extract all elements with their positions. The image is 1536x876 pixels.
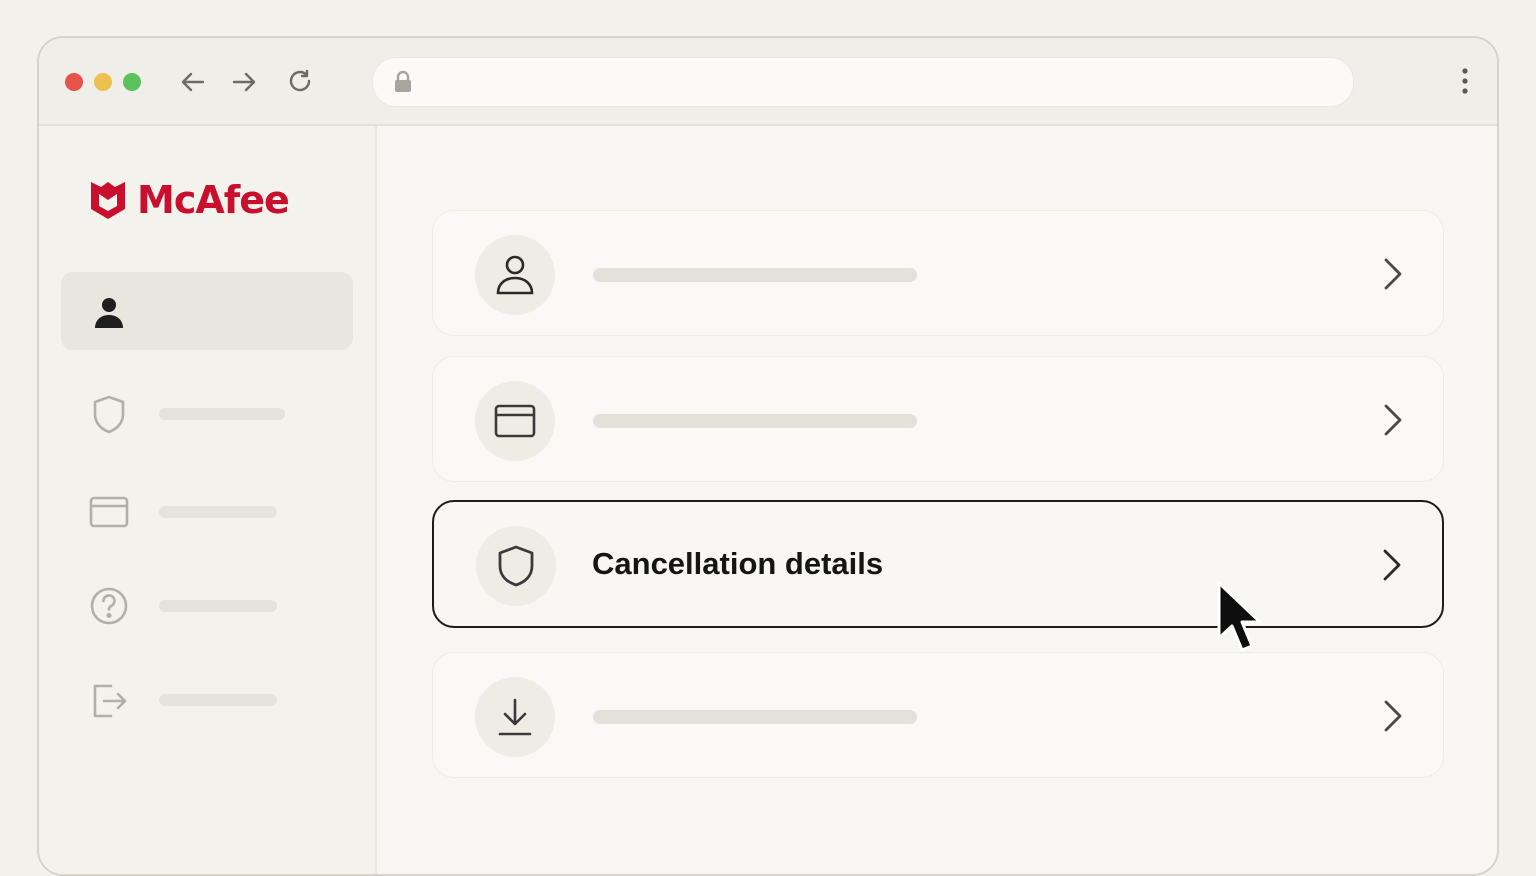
sidebar-icon-wrap: [89, 394, 129, 434]
mcafee-shield-logo-icon: [91, 182, 125, 219]
settings-card-billing[interactable]: [432, 356, 1444, 482]
card-title: Cancellation details: [592, 546, 884, 581]
card-icon-circle: [475, 381, 555, 461]
logo-text: McAfee: [137, 178, 290, 222]
browser-window: McAfee Cancellation details: [37, 36, 1499, 876]
sidebar-item-sign-out[interactable]: [61, 660, 353, 738]
shield-icon: [498, 545, 534, 587]
person-icon: [95, 298, 123, 328]
settings-card-account[interactable]: [432, 210, 1444, 336]
sidebar-item-billing[interactable]: [61, 472, 353, 550]
sidebar-icon-wrap: [89, 292, 129, 332]
sidebar-icon-wrap: [89, 586, 129, 626]
back-button[interactable]: [177, 66, 209, 98]
close-window-button[interactable]: [65, 73, 83, 91]
chevron-right-icon: [1381, 698, 1405, 734]
mcafee-logo[interactable]: McAfee: [89, 178, 290, 222]
person-outline-icon: [496, 255, 534, 295]
reload-button[interactable]: [284, 66, 316, 98]
settings-card-cancellation[interactable]: Cancellation details: [432, 500, 1444, 628]
shield-icon: [93, 395, 125, 434]
card-icon: [89, 496, 129, 528]
sidebar-label-placeholder: [159, 408, 285, 420]
sidebar-icon-wrap: [89, 492, 129, 532]
card-label-placeholder: [593, 414, 917, 428]
sidebar-item-security[interactable]: [61, 374, 353, 452]
sidebar-item-help[interactable]: [61, 566, 353, 644]
card-icon-circle: [475, 677, 555, 757]
address-bar[interactable]: [372, 57, 1354, 107]
chevron-right-icon: [1380, 547, 1404, 583]
back-arrow-icon: [181, 72, 205, 92]
download-icon: [498, 698, 532, 736]
reload-icon: [289, 69, 311, 92]
card-icon: [494, 404, 536, 438]
forward-button[interactable]: [228, 66, 260, 98]
help-icon: [90, 587, 128, 625]
sidebar-label-placeholder: [159, 600, 277, 612]
settings-card-downloads[interactable]: [432, 652, 1444, 778]
sign-out-icon: [93, 684, 127, 718]
sidebar: McAfee: [39, 126, 377, 874]
sidebar-icon-wrap: [89, 680, 129, 720]
forward-arrow-icon: [232, 72, 256, 92]
mouse-cursor-icon: [1217, 581, 1262, 652]
card-label-placeholder: [593, 710, 917, 724]
browser-menu-button[interactable]: [1461, 66, 1469, 101]
sidebar-label-placeholder: [159, 694, 277, 706]
chevron-right-icon: [1381, 256, 1405, 292]
card-icon-circle: [476, 526, 556, 606]
minimize-window-button[interactable]: [94, 73, 112, 91]
chevron-right-icon: [1381, 402, 1405, 438]
lock-icon: [395, 70, 411, 92]
maximize-window-button[interactable]: [123, 73, 141, 91]
kebab-menu-icon: [1462, 68, 1468, 94]
card-label-placeholder: [593, 268, 917, 282]
sidebar-label-placeholder: [159, 506, 277, 518]
sidebar-item-account[interactable]: [61, 272, 353, 350]
card-icon-circle: [475, 235, 555, 315]
browser-toolbar: [39, 38, 1497, 126]
